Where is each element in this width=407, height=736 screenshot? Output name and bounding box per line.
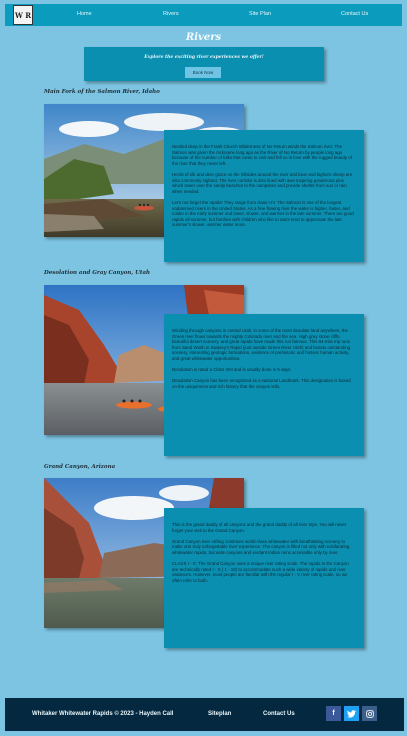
river-description: CLASS I - X: The Grand Canyon uses a uni… xyxy=(172,561,349,583)
river-heading-desolation: Desolation and Gray Canyon, Utah xyxy=(44,270,151,276)
twitter-icon[interactable] xyxy=(344,706,359,721)
logo[interactable]: W R xyxy=(13,5,33,25)
river-heading-salmon: Main Fork of the Salmon River, Idaho xyxy=(44,89,160,95)
river-description: Desolation Canyon has been recognized as… xyxy=(172,378,351,389)
promo-banner: Explore the exciting river experiences w… xyxy=(84,47,324,81)
book-now-button[interactable]: Book Now xyxy=(185,67,221,78)
nav-link-home[interactable]: Home xyxy=(77,11,92,17)
river-card-salmon: Nestled deep in the Frank Church Wildern… xyxy=(164,130,364,262)
nav-link-rivers[interactable]: Rivers xyxy=(163,11,179,17)
river-description: Nestled deep in the Frank Church Wildern… xyxy=(172,144,352,166)
river-heading-grand-canyon: Grand Canyon, Arizona xyxy=(44,464,116,470)
river-description: Herds of elk and deer graze on the hills… xyxy=(172,171,353,194)
footer-copyright: Whitaker Whitewater Rapids © 2023 - Hayd… xyxy=(32,711,174,717)
river-card-desolation: Winding through canyons in central Utah,… xyxy=(164,314,364,456)
facebook-icon[interactable]: f xyxy=(326,706,341,721)
nav-link-site-plan[interactable]: Site Plan xyxy=(249,11,271,17)
footer-siteplan-link[interactable]: Siteplan xyxy=(208,711,231,717)
page-title: Rivers xyxy=(185,32,222,43)
footer-contact-link[interactable]: Contact Us xyxy=(263,711,295,717)
river-description: Winding through canyons in central Utah,… xyxy=(172,328,351,361)
river-description: Grand Canyon river rafting combines worl… xyxy=(172,538,350,555)
river-card-grand-canyon: This is the grand daddy of all canyons a… xyxy=(164,508,364,648)
river-description: This is the grand daddy of all canyons a… xyxy=(172,522,347,533)
banner-text: Explore the exciting river experiences w… xyxy=(144,55,264,60)
nav-link-contact-us[interactable]: Contact Us xyxy=(341,11,368,17)
river-description: Desolation is rated a Class II/III and i… xyxy=(172,367,292,373)
footer: Whitaker Whitewater Rapids © 2023 - Hayd… xyxy=(5,698,404,731)
instagram-icon[interactable] xyxy=(362,706,377,721)
river-description: Let's not forget the rapids! They range … xyxy=(172,199,354,228)
top-nav: W R Home Rivers Site Plan Contact Us xyxy=(5,4,402,26)
